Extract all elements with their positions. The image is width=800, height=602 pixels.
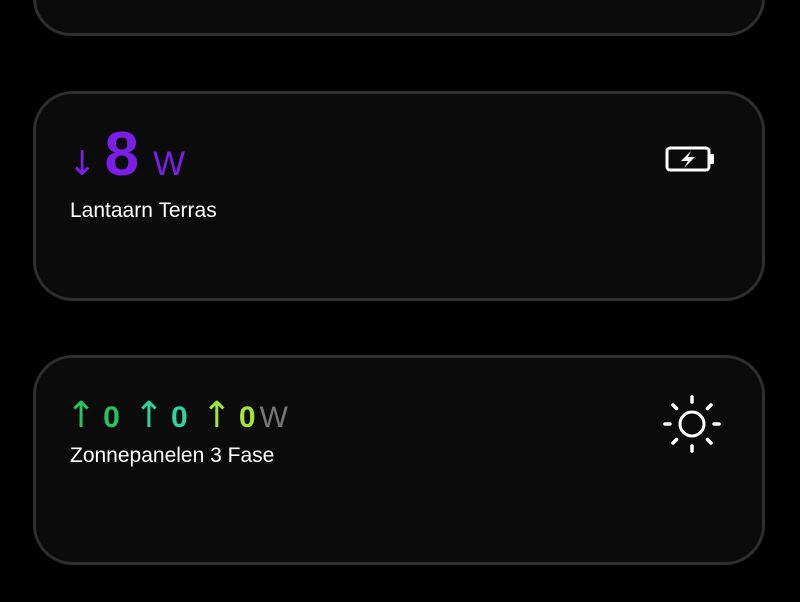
battery-power-value: 8 — [104, 120, 139, 189]
sun-icon — [663, 395, 721, 453]
phase2-arrow-icon: ↑ — [133, 395, 165, 436]
battery-power-reading: ↓ 8 W — [68, 124, 185, 186]
phase1-arrow-icon: ↑ — [66, 395, 97, 436]
device-card-solar[interactable]: ↑ 0 ↑ 0 ↑ 0 W Zonnepanelen 3 Fase — [33, 355, 765, 565]
battery-power-unit: W — [152, 145, 186, 183]
battery-device-name: Lantaarn Terras — [70, 199, 217, 222]
phase2-value: 0 — [171, 401, 188, 434]
phase3-value: 0 — [238, 401, 256, 434]
phase3-arrow-icon: ↑ — [201, 395, 232, 436]
device-card-previous[interactable] — [33, 0, 765, 36]
battery-charging-icon — [665, 146, 714, 172]
solar-power-reading: ↑ 0 ↑ 0 ↑ 0 W — [66, 398, 288, 434]
phase1-value: 0 — [103, 401, 120, 434]
device-card-battery[interactable]: ↓ 8 W Lantaarn Terras — [33, 91, 765, 301]
solar-power-unit: W — [259, 401, 288, 434]
discharge-arrow-icon: ↓ — [68, 144, 97, 184]
solar-device-name: Zonnepanelen 3 Fase — [70, 444, 275, 467]
